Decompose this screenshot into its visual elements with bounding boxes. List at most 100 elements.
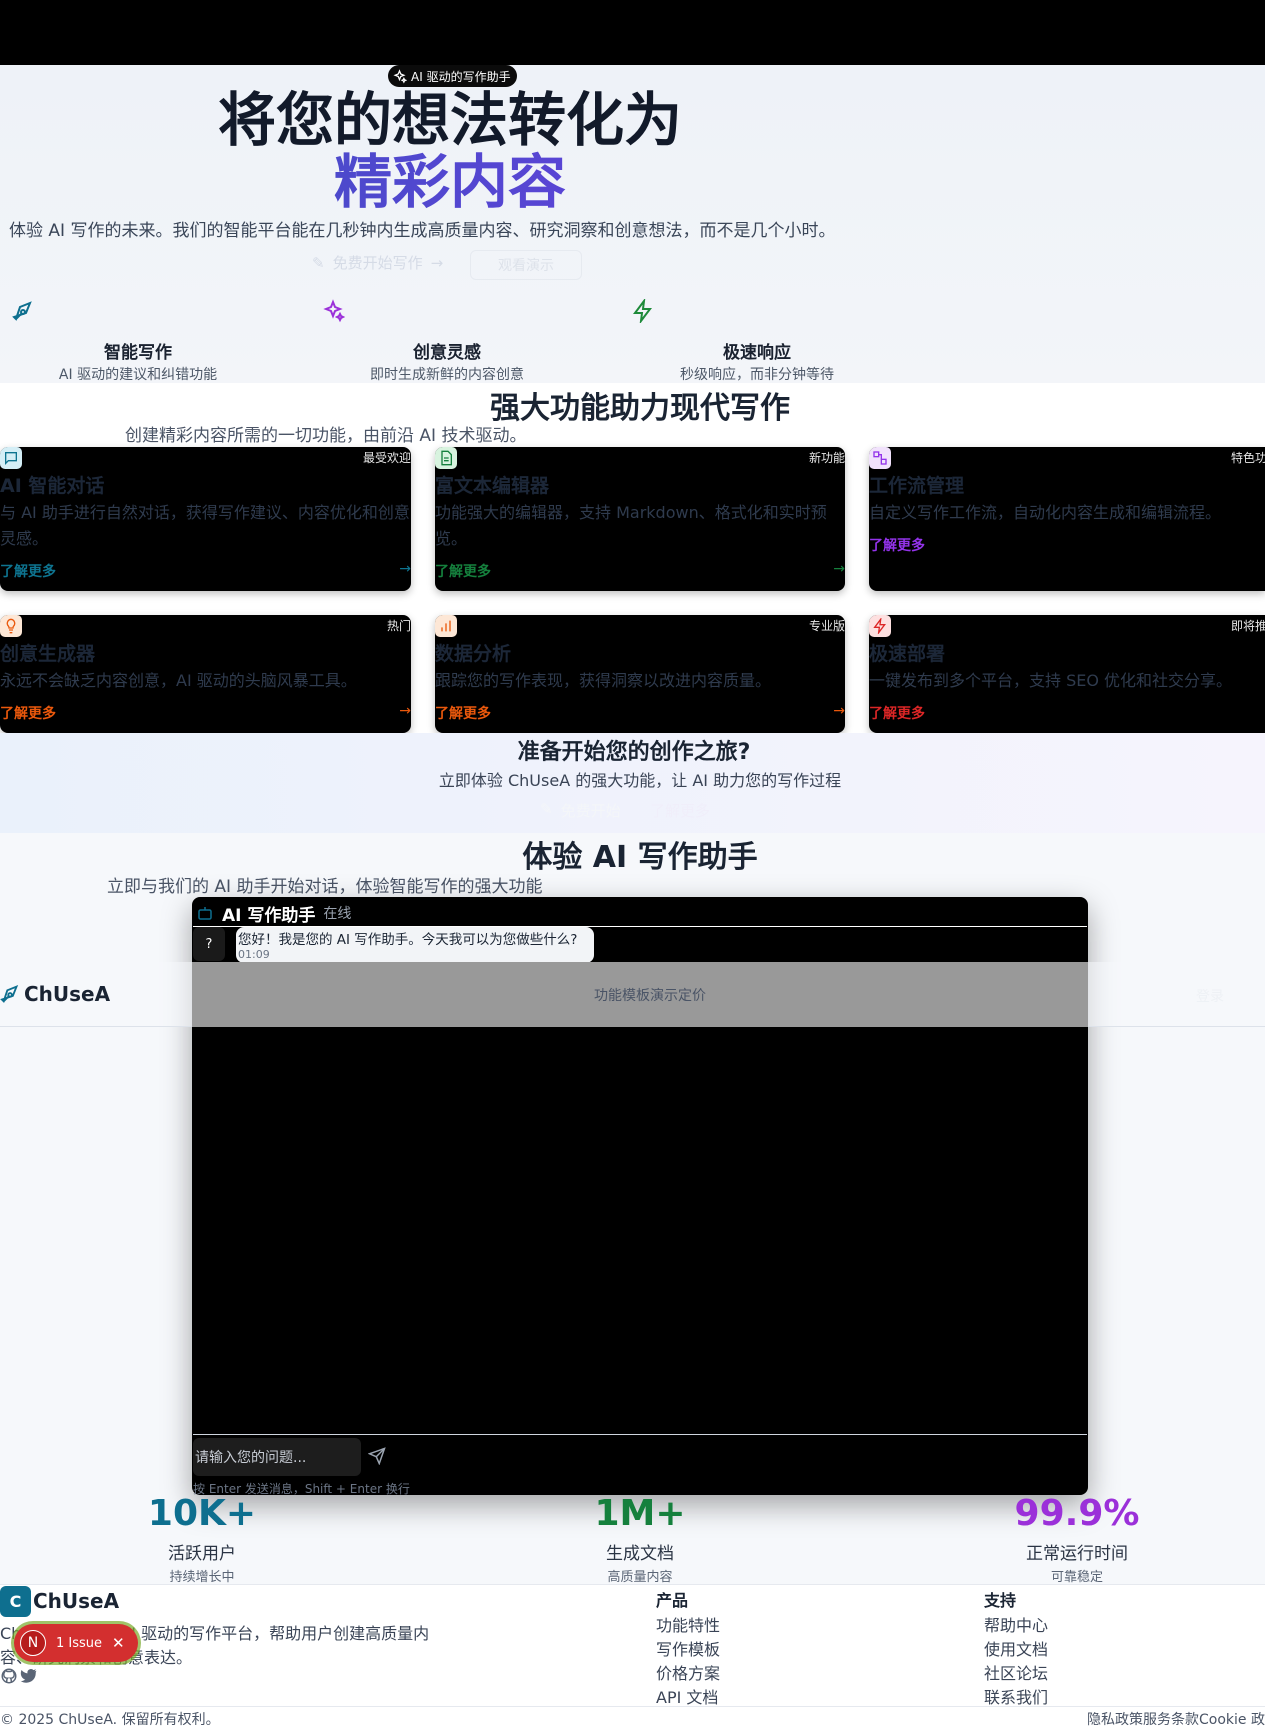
issue-badge[interactable]: N 1 Issue ✕ bbox=[14, 1624, 138, 1662]
navbar-logo[interactable]: ChUseA bbox=[0, 982, 110, 1006]
card-title: 数据分析 bbox=[435, 643, 512, 665]
card-tag: 专业版 bbox=[808, 619, 845, 633]
card-tag: 特色功能 bbox=[1230, 451, 1265, 465]
footer-legal-links[interactable]: 隐私政策服务条款Cookie 政 bbox=[1087, 1709, 1265, 1727]
pen-nib-icon: ✎ bbox=[312, 253, 325, 272]
card-title: 富文本编辑器 bbox=[435, 475, 550, 497]
lightning-icon bbox=[873, 618, 886, 634]
card-desc: 一键发布到多个平台，支持 SEO 优化和社交分享。 bbox=[869, 671, 1233, 690]
card-learn-more[interactable]: 了解更多 bbox=[0, 703, 56, 723]
pen-nib-icon bbox=[0, 985, 19, 1004]
highlight-icon-2 bbox=[309, 287, 357, 335]
highlight-title: 创意灵感 bbox=[413, 343, 481, 363]
footer-link[interactable]: 写作模板 bbox=[656, 1636, 720, 1660]
chat-title: AI 写作助手 bbox=[222, 905, 316, 926]
feature-card-analytics[interactable]: 专业版 数据分析 跟踪您的写作表现，获得洞察以改进内容质量。 了解更多 → bbox=[435, 615, 845, 733]
sparkles-icon bbox=[323, 299, 345, 323]
stat-sub: 持续增长中 bbox=[169, 1570, 235, 1585]
cta-start-button[interactable]: ✎ 免费开始 bbox=[540, 800, 621, 821]
github-icon[interactable] bbox=[0, 1667, 18, 1685]
hero-title-line1: 将您的想法转化为 bbox=[217, 86, 682, 154]
hero-badge: AI 驱动的写作助手 bbox=[388, 65, 517, 87]
footer-link[interactable]: 使用文档 bbox=[984, 1636, 1048, 1660]
bar-chart-icon bbox=[441, 620, 451, 632]
card-tag: 即将推出 bbox=[1230, 619, 1265, 633]
close-icon[interactable]: ✕ bbox=[112, 1634, 125, 1652]
cta-learn-button[interactable]: 了解更多 bbox=[650, 800, 710, 821]
feature-card-workflow[interactable]: 特色功能 工作流管理 自定义写作工作流，自动化内容生成和编辑流程。 了解更多 bbox=[869, 447, 1265, 591]
footer-link[interactable]: 联系我们 bbox=[984, 1684, 1048, 1708]
stat-label: 活跃用户 bbox=[168, 1544, 236, 1564]
send-icon[interactable] bbox=[367, 1447, 386, 1469]
footer-link[interactable]: 社区论坛 bbox=[984, 1660, 1048, 1684]
footer-link[interactable]: 价格方案 bbox=[656, 1660, 720, 1684]
chat-input[interactable]: 请输入您的问题... bbox=[193, 1438, 361, 1476]
cta-button-label: 免费开始 bbox=[560, 802, 621, 820]
sparkles-icon bbox=[393, 68, 407, 84]
footer-brand: ChUseA bbox=[33, 1589, 120, 1613]
divider bbox=[193, 1434, 1087, 1435]
pen-nib-icon: ✎ bbox=[540, 800, 553, 818]
footer-product-heading: 产品 bbox=[656, 1591, 689, 1610]
pen-nib-icon bbox=[12, 301, 32, 321]
document-icon bbox=[441, 450, 452, 466]
footer-copyright: © 2025 ChUseA. 保留所有权利。 bbox=[0, 1712, 220, 1727]
arrow-right-icon: → bbox=[399, 703, 411, 719]
footer-link[interactable]: 帮助中心 bbox=[984, 1612, 1048, 1636]
card-learn-more[interactable]: 了解更多 bbox=[435, 703, 491, 723]
highlight-desc: 秒级响应，而非分钟等待 bbox=[680, 367, 834, 383]
highlight-desc: 即时生成新鲜的内容创意 bbox=[370, 367, 524, 383]
stat-value: 99.9% bbox=[1014, 1493, 1140, 1534]
card-title: 工作流管理 bbox=[869, 475, 965, 497]
footer-link[interactable]: 功能特性 bbox=[656, 1612, 720, 1636]
demo-subtitle: 立即与我们的 AI 助手开始对话，体验智能写作的强大功能 bbox=[107, 877, 543, 897]
chat-status: 在线 bbox=[323, 906, 352, 922]
stat-label: 生成文档 bbox=[606, 1544, 674, 1564]
card-desc: 功能强大的编辑器，支持 Markdown、格式化和实时预览。 bbox=[435, 503, 827, 548]
hero-demo-button[interactable]: 观看演示 bbox=[470, 250, 582, 280]
card-icon bbox=[435, 447, 457, 469]
navbar-login[interactable]: 登录 bbox=[1196, 986, 1224, 1006]
highlight-title: 智能写作 bbox=[104, 343, 172, 363]
card-desc: 永远不会缺乏内容创意，AI 驱动的头脑风暴工具。 bbox=[0, 671, 357, 690]
chat-bubble-icon bbox=[5, 452, 17, 465]
lightbulb-icon bbox=[6, 618, 16, 634]
demo-title: 体验 AI 写作助手 bbox=[522, 840, 758, 875]
hero-subtitle: 体验 AI 写作的未来。我们的智能平台能在几秒钟内生成高质量内容、研究洞察和创意… bbox=[9, 221, 836, 241]
card-icon bbox=[869, 615, 891, 637]
card-learn-more[interactable]: 了解更多 bbox=[869, 535, 925, 555]
card-icon bbox=[869, 447, 891, 469]
feature-card-deploy[interactable]: 即将推出 极速部署 一键发布到多个平台，支持 SEO 优化和社交分享。 了解更多 bbox=[869, 615, 1265, 733]
card-icon bbox=[435, 615, 457, 637]
card-learn-more[interactable]: 了解更多 bbox=[869, 703, 925, 723]
chat-message-bubble: 您好！我是您的 AI 写作助手。今天我可以为您做些什么? 01:09 bbox=[236, 927, 594, 963]
features-subtitle: 创建精彩内容所需的一切功能，由前沿 AI 技术驱动。 bbox=[125, 426, 527, 446]
card-tag: 热门 bbox=[386, 619, 411, 633]
highlight-icon-3 bbox=[619, 287, 667, 335]
card-learn-more[interactable]: 了解更多 bbox=[0, 561, 56, 581]
highlight-icon-1 bbox=[0, 287, 48, 335]
card-desc: 自定义写作工作流，自动化内容生成和编辑流程。 bbox=[869, 503, 1222, 522]
feature-card-ai-chat[interactable]: 最受欢迎 AI 智能对话 与 AI 助手进行自然对话，获得写作建议、内容优化和创… bbox=[0, 447, 411, 591]
footer-logo: C bbox=[0, 1586, 31, 1617]
stat-sub: 可靠稳定 bbox=[1050, 1570, 1103, 1585]
card-title: 极速部署 bbox=[869, 643, 946, 665]
stat-value: 10K+ bbox=[147, 1493, 257, 1534]
chat-header: AI 写作助手 在线 bbox=[192, 899, 1088, 927]
navbar-links[interactable]: 功能模板演示定价 bbox=[594, 985, 706, 1005]
highlight-desc: AI 驱动的建议和纠错功能 bbox=[58, 367, 218, 383]
card-icon bbox=[0, 447, 22, 469]
hero-cta-label: 免费开始写作 bbox=[332, 254, 423, 272]
footer-link[interactable]: API 文档 bbox=[656, 1684, 718, 1708]
card-learn-more[interactable]: 了解更多 bbox=[435, 561, 491, 581]
footer-social bbox=[0, 1667, 38, 1685]
hero-title-line2: 精彩内容 bbox=[0, 150, 900, 214]
divider bbox=[0, 1706, 1265, 1707]
cta-title: 准备开始您的创作之旅? bbox=[517, 740, 751, 765]
feature-card-rich-editor[interactable]: 新功能 富文本编辑器 功能强大的编辑器，支持 Markdown、格式化和实时预览… bbox=[435, 447, 845, 591]
bot-icon bbox=[198, 907, 212, 920]
twitter-icon[interactable] bbox=[20, 1667, 38, 1685]
avatar: ? bbox=[193, 927, 225, 961]
feature-card-idea-generator[interactable]: 热门 创意生成器 永远不会缺乏内容创意，AI 驱动的头脑风暴工具。 了解更多 → bbox=[0, 615, 411, 733]
hero-cta-button[interactable]: ✎ 免费开始写作 → bbox=[312, 252, 443, 273]
